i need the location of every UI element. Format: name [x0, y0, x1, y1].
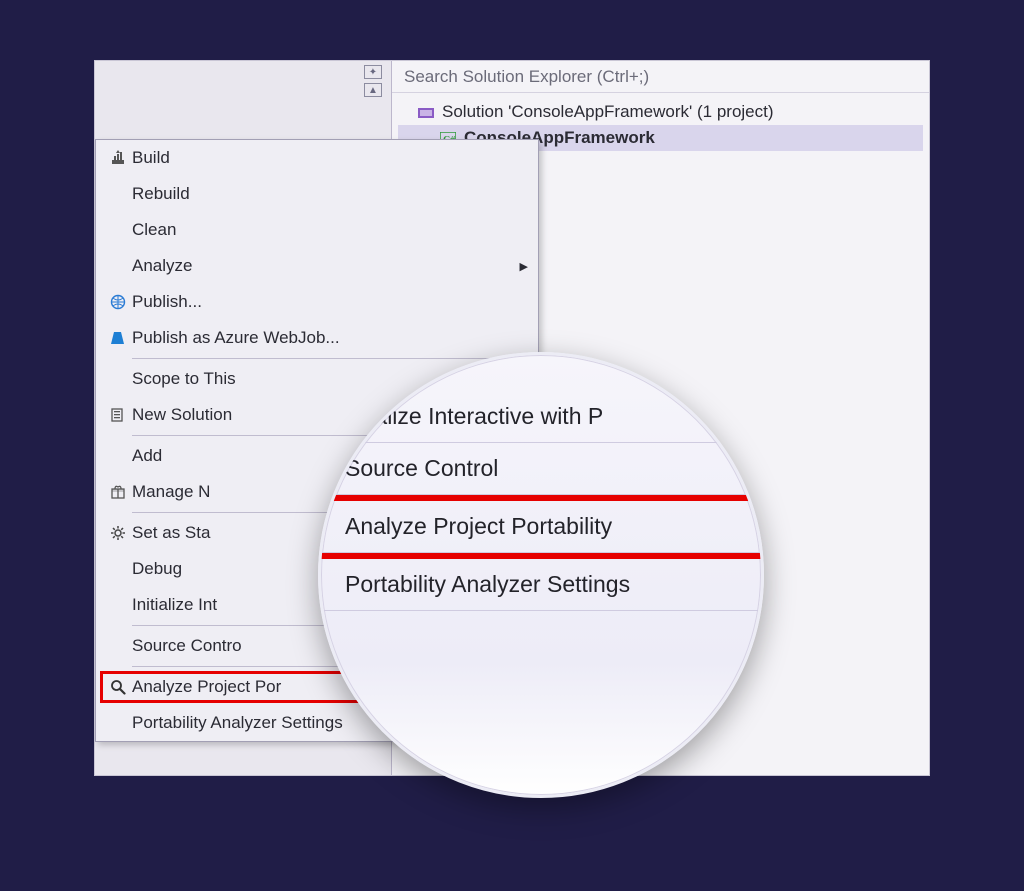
scroll-arrow-icon[interactable]: ▲	[364, 83, 382, 97]
solution-icon	[418, 105, 434, 119]
menu-label: Publish...	[132, 292, 528, 312]
menu-publish-azure[interactable]: Publish as Azure WebJob...	[96, 320, 538, 356]
new-solution-icon	[109, 406, 127, 424]
zoom-line-highlight: Analyze Project Portability	[321, 501, 761, 553]
menu-label: Publish as Azure WebJob...	[132, 328, 528, 348]
package-icon	[109, 483, 127, 501]
menu-build[interactable]: Build	[96, 140, 538, 176]
zoom-line: Portability Analyzer Settings	[321, 559, 761, 611]
menu-label: Clean	[132, 220, 528, 240]
zoom-line: Source Control	[321, 443, 761, 495]
magnify-icon	[109, 678, 127, 696]
scroll-up-icon[interactable]: ✦	[364, 65, 382, 79]
menu-separator	[132, 358, 530, 359]
gear-icon	[109, 524, 127, 542]
solution-search-input[interactable]: Search Solution Explorer (Ctrl+;)	[392, 61, 929, 93]
solution-label: Solution 'ConsoleAppFramework' (1 projec…	[442, 102, 774, 122]
menu-clean[interactable]: Clean	[96, 212, 538, 248]
build-icon	[109, 149, 127, 167]
menu-label: Rebuild	[132, 184, 528, 204]
menu-label: Analyze	[132, 256, 520, 276]
azure-icon	[109, 329, 127, 347]
menu-publish[interactable]: Publish...	[96, 284, 538, 320]
globe-icon	[109, 293, 127, 311]
editor-gutter: ✦ ▲	[355, 61, 391, 121]
menu-rebuild[interactable]: Rebuild	[96, 176, 538, 212]
chevron-right-icon: ▶	[520, 260, 528, 273]
solution-node[interactable]: Solution 'ConsoleAppFramework' (1 projec…	[398, 99, 923, 125]
menu-label: Build	[132, 148, 528, 168]
magnifier-overlay: nitialize Interactive with P Source Cont…	[318, 352, 764, 798]
menu-analyze[interactable]: Analyze ▶	[96, 248, 538, 284]
